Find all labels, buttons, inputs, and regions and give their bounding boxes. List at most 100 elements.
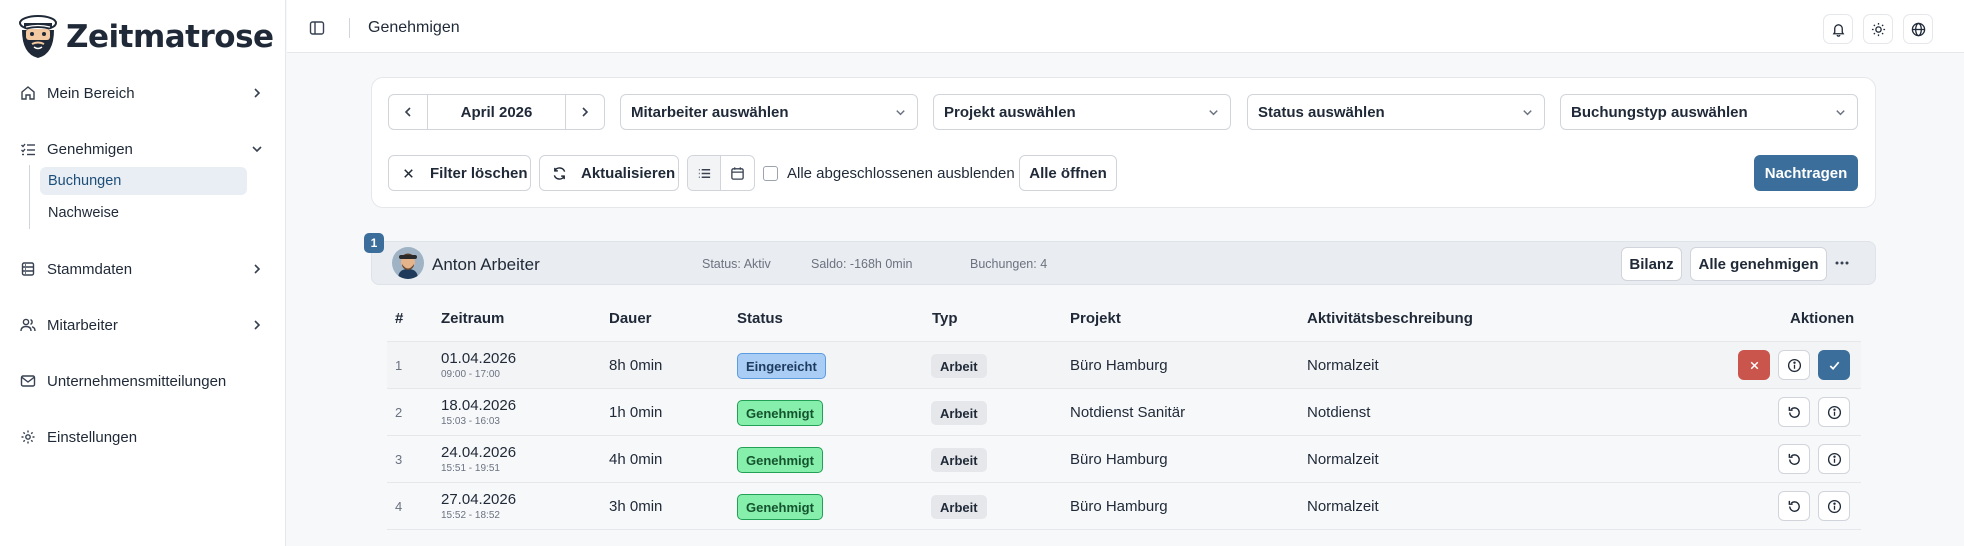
type-badge: Arbeit [931, 448, 987, 472]
row-date: 24.04.2026 [441, 444, 517, 461]
project-select[interactable]: Projekt auswählen [933, 94, 1231, 130]
language-button[interactable] [1903, 14, 1933, 44]
row-duration: 3h 0min [609, 498, 663, 515]
month-navigator: April 2026 [388, 94, 605, 130]
group-count-badge: 1 [364, 233, 384, 253]
calendar-view-button[interactable] [721, 156, 754, 190]
sidebar-item-mein-bereich[interactable]: Mein Bereich [20, 76, 264, 110]
topbar: Genehmigen [287, 0, 1964, 53]
row-description: Notdienst [1307, 404, 1371, 421]
employee-name: Anton Arbeiter [432, 255, 540, 274]
column-header: # [395, 310, 404, 327]
next-month-button[interactable] [566, 95, 604, 129]
row-time: 09:00 - 17:00 [441, 369, 500, 380]
info-button[interactable] [1818, 397, 1850, 427]
row-project: Büro Hamburg [1070, 498, 1168, 515]
chevron-down-icon [896, 109, 905, 115]
column-header: Status [737, 310, 783, 327]
sidebar-item-label: Unternehmensmitteilungen [47, 372, 227, 390]
bookings-table: # Zeitraum Dauer Status Typ Projekt Akti… [387, 295, 1861, 530]
employee-booking-count: Buchungen: 4 [970, 257, 1048, 271]
add-entry-button[interactable]: Nachtragen [1754, 155, 1858, 191]
bell-icon [1832, 23, 1844, 37]
list-view-button[interactable] [688, 156, 722, 190]
chevron-left-icon [404, 107, 411, 117]
row-description: Normalzeit [1307, 498, 1379, 515]
info-button[interactable] [1818, 491, 1850, 521]
gear-icon [21, 430, 35, 444]
clear-filter-button[interactable]: Filter löschen [388, 155, 531, 191]
refresh-icon [553, 166, 566, 180]
sidebar-subitem-nachweise[interactable]: Nachweise [40, 199, 247, 227]
table-row[interactable]: 2 18.04.2026 15:03 - 16:03 1h 0min Geneh… [387, 389, 1861, 436]
sidebar-item-genehmigen[interactable]: Genehmigen [20, 132, 264, 166]
chevron-down-icon [1209, 109, 1218, 115]
info-button[interactable] [1778, 350, 1810, 380]
status-badge: Genehmigt [737, 447, 823, 473]
row-index: 2 [395, 405, 403, 420]
view-toggle [687, 155, 755, 191]
balance-button[interactable]: Bilanz [1621, 247, 1682, 281]
employee-select[interactable]: Mitarbeiter auswählen [620, 94, 918, 130]
page-title: Genehmigen [368, 19, 460, 36]
column-header: Projekt [1070, 310, 1121, 327]
hide-completed-checkbox[interactable] [763, 165, 778, 181]
open-all-button[interactable]: Alle öffnen [1019, 155, 1117, 191]
close-icon [1750, 361, 1758, 369]
theme-toggle-button[interactable] [1863, 14, 1893, 44]
type-badge: Arbeit [931, 401, 987, 425]
info-icon [1787, 358, 1801, 372]
row-description: Normalzeit [1307, 357, 1379, 374]
status-badge: Genehmigt [737, 494, 823, 520]
hide-completed-option: Alle abgeschlossenen ausblenden [763, 155, 1015, 191]
sidebar-item-stammdaten[interactable]: Stammdaten [20, 252, 264, 286]
row-date: 01.04.2026 [441, 350, 517, 367]
sidebar-item-label: Stammdaten [47, 260, 133, 278]
list-icon [698, 168, 710, 178]
notifications-button[interactable] [1823, 14, 1853, 44]
sidebar-item-label: Mitarbeiter [47, 316, 118, 334]
table-row[interactable]: 4 27.04.2026 15:52 - 18:52 3h 0min Geneh… [387, 483, 1861, 530]
employee-group-header[interactable]: Anton Arbeiter Status: Aktiv Saldo: -168… [371, 241, 1876, 285]
undo-icon [1788, 500, 1800, 512]
approve-all-button[interactable]: Alle genehmigen [1690, 247, 1827, 281]
booking-type-select[interactable]: Buchungstyp auswählen [1560, 94, 1858, 130]
current-month[interactable]: April 2026 [427, 95, 566, 129]
row-date: 18.04.2026 [441, 397, 517, 414]
sidebar-item-mitarbeiter[interactable]: Mitarbeiter [20, 308, 264, 342]
home-icon [21, 86, 35, 100]
info-button[interactable] [1818, 444, 1850, 474]
sidebar-item-label: Mein Bereich [47, 84, 135, 102]
undo-icon [1788, 453, 1800, 465]
employee-status: Status: Aktiv [702, 257, 771, 271]
row-time: 15:51 - 19:51 [441, 463, 500, 474]
chevron-down-icon [1523, 109, 1532, 115]
approve-button[interactable] [1818, 350, 1850, 380]
info-icon [1827, 405, 1841, 419]
revert-button[interactable] [1778, 491, 1810, 521]
table-row[interactable]: 3 24.04.2026 15:51 - 19:51 4h 0min Geneh… [387, 436, 1861, 483]
sidebar-subitem-buchungen[interactable]: Buchungen [40, 167, 247, 195]
status-select[interactable]: Status auswählen [1247, 94, 1545, 130]
sidebar-item-label: Genehmigen [47, 140, 133, 158]
column-header: Aktionen [1790, 310, 1855, 327]
sidebar-item-unternehmensmitteilungen[interactable]: Unternehmensmitteilungen [20, 364, 264, 398]
refresh-button[interactable]: Aktualisieren [539, 155, 679, 191]
chevron-down-icon [1836, 109, 1845, 115]
prev-month-button[interactable] [389, 95, 427, 129]
list-check-icon [21, 143, 35, 156]
status-select-value: Status auswählen [1258, 103, 1385, 121]
reject-button[interactable] [1738, 350, 1770, 380]
app-logo[interactable]: Zeitmatrose [16, 14, 274, 60]
globe-icon [1911, 22, 1925, 36]
divider [349, 18, 350, 38]
revert-button[interactable] [1778, 397, 1810, 427]
revert-button[interactable] [1778, 444, 1810, 474]
sidebar-item-einstellungen[interactable]: Einstellungen [20, 420, 264, 454]
mail-icon [20, 375, 36, 387]
sidebar-toggle-icon[interactable] [309, 20, 325, 36]
table-row[interactable]: 1 01.04.2026 09:00 - 17:00 8h 0min Einge… [387, 342, 1861, 389]
hide-completed-label[interactable]: Alle abgeschlossenen ausblenden [787, 165, 1015, 182]
refresh-label: Aktualisieren [581, 164, 676, 182]
more-options-icon[interactable] [1832, 255, 1852, 271]
